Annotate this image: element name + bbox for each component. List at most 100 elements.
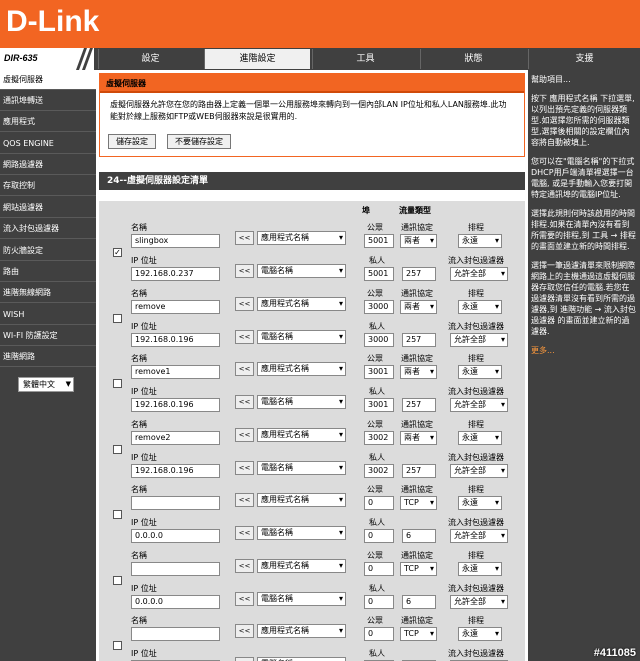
protocol-select[interactable]: 兩者 [400,365,437,379]
public-port-input[interactable]: 0 [364,627,394,641]
ip-input[interactable]: 192.168.0.196 [131,398,220,412]
sidebar-item[interactable]: 網站過濾器 [0,198,96,218]
ip-input[interactable]: 192.168.0.196 [131,464,220,478]
dont-save-settings-button[interactable]: 不要儲存設定 [167,134,231,149]
copy-computer-button[interactable]: << [235,657,254,661]
protocol-select[interactable]: 兩者 [400,300,437,314]
name-input[interactable] [131,496,220,510]
sidebar-item[interactable]: 進階網路 [0,347,96,367]
enable-checkbox[interactable] [113,314,122,323]
copy-computer-button[interactable]: << [235,592,254,606]
protocol-number-input[interactable]: 257 [402,398,436,412]
protocol-select[interactable]: 兩者 [400,234,437,248]
protocol-select[interactable]: 兩者 [400,431,437,445]
schedule-select[interactable]: 永遠 [458,300,502,314]
copy-computer-button[interactable]: << [235,330,254,344]
ip-input[interactable]: 192.168.0.237 [131,267,220,281]
enable-checkbox[interactable] [113,576,122,585]
protocol-number-input[interactable]: 6 [402,595,436,609]
enable-checkbox[interactable] [113,379,122,388]
copy-app-button[interactable]: << [235,362,254,376]
application-name-select[interactable]: 應用程式名稱 [257,362,346,376]
sidebar-item[interactable]: 路由 [0,262,96,282]
ip-input[interactable]: 0.0.0.0 [131,595,220,609]
schedule-select[interactable]: 永遠 [458,562,502,576]
ip-input[interactable]: 0.0.0.0 [131,529,220,543]
application-name-select[interactable]: 應用程式名稱 [257,559,346,573]
copy-computer-button[interactable]: << [235,264,254,278]
public-port-input[interactable]: 0 [364,562,394,576]
protocol-select[interactable]: TCP [400,562,437,576]
inbound-filter-select[interactable]: 允許全部 [450,595,508,609]
sidebar-item[interactable]: 防火牆設定 [0,241,96,261]
computer-name-select[interactable]: 電腦名稱 [257,526,346,540]
copy-app-button[interactable]: << [235,428,254,442]
copy-computer-button[interactable]: << [235,395,254,409]
sidebar-item[interactable]: 虛擬伺服器 [0,70,96,90]
language-select[interactable]: 繁體中文 ▼ [18,377,74,392]
protocol-number-input[interactable]: 257 [402,267,436,281]
sidebar-item[interactable]: 網路過濾器 [0,155,96,175]
help-more-link[interactable]: 更多... [531,345,637,356]
private-port-input[interactable]: 0 [364,595,394,609]
copy-computer-button[interactable]: << [235,461,254,475]
sidebar-item[interactable]: WI-FI 防護設定 [0,326,96,346]
sidebar-item[interactable]: 流入封包過濾器 [0,219,96,239]
inbound-filter-select[interactable]: 允許全部 [450,267,508,281]
application-name-select[interactable]: 應用程式名稱 [257,428,346,442]
sidebar-item[interactable]: 通訊埠轉送 [0,91,96,111]
schedule-select[interactable]: 永遠 [458,234,502,248]
tab-advanced[interactable]: 進階設定 [204,49,310,69]
computer-name-select[interactable]: 電腦名稱 [257,461,346,475]
name-input[interactable] [131,627,220,641]
name-input[interactable]: remove [131,300,220,314]
inbound-filter-select[interactable]: 允許全部 [450,333,508,347]
sidebar-item[interactable]: 存取控制 [0,176,96,196]
copy-app-button[interactable]: << [235,624,254,638]
private-port-input[interactable]: 3002 [364,464,394,478]
inbound-filter-select[interactable]: 允許全部 [450,398,508,412]
computer-name-select[interactable]: 電腦名稱 [257,395,346,409]
public-port-input[interactable]: 3002 [364,431,394,445]
save-settings-button[interactable]: 儲存設定 [108,134,156,149]
application-name-select[interactable]: 應用程式名稱 [257,297,346,311]
protocol-number-input[interactable]: 257 [402,333,436,347]
copy-app-button[interactable]: << [235,297,254,311]
public-port-input[interactable]: 3000 [364,300,394,314]
application-name-select[interactable]: 應用程式名稱 [257,624,346,638]
sidebar-item[interactable]: 應用程式 [0,112,96,132]
ip-input[interactable]: 192.168.0.196 [131,333,220,347]
tab-status[interactable]: 狀態 [420,49,526,69]
name-input[interactable]: remove1 [131,365,220,379]
computer-name-select[interactable]: 電腦名稱 [257,592,346,606]
public-port-input[interactable]: 5001 [364,234,394,248]
tab-support[interactable]: 支援 [528,49,640,69]
copy-computer-button[interactable]: << [235,526,254,540]
copy-app-button[interactable]: << [235,559,254,573]
private-port-input[interactable]: 0 [364,529,394,543]
computer-name-select[interactable]: 電腦名稱 [257,264,346,278]
enable-checkbox[interactable] [113,641,122,650]
enable-checkbox[interactable] [113,510,122,519]
name-input[interactable]: remove2 [131,431,220,445]
sidebar-item[interactable]: 進階無線網路 [0,283,96,303]
private-port-input[interactable]: 3001 [364,398,394,412]
schedule-select[interactable]: 永遠 [458,627,502,641]
private-port-input[interactable]: 3000 [364,333,394,347]
sidebar-item[interactable]: QOS ENGINE [0,134,96,154]
computer-name-select[interactable]: 電腦名稱 [257,330,346,344]
protocol-number-input[interactable]: 257 [402,464,436,478]
public-port-input[interactable]: 0 [364,496,394,510]
tab-tools[interactable]: 工具 [312,49,418,69]
private-port-input[interactable]: 5001 [364,267,394,281]
enable-checkbox[interactable] [113,445,122,454]
application-name-select[interactable]: 應用程式名稱 [257,231,346,245]
name-input[interactable]: slingbox [131,234,220,248]
sidebar-item[interactable]: WISH [0,305,96,325]
computer-name-select[interactable]: 電腦名稱 [257,657,346,661]
copy-app-button[interactable]: << [235,231,254,245]
public-port-input[interactable]: 3001 [364,365,394,379]
copy-app-button[interactable]: << [235,493,254,507]
schedule-select[interactable]: 永遠 [458,431,502,445]
protocol-select[interactable]: TCP [400,627,437,641]
